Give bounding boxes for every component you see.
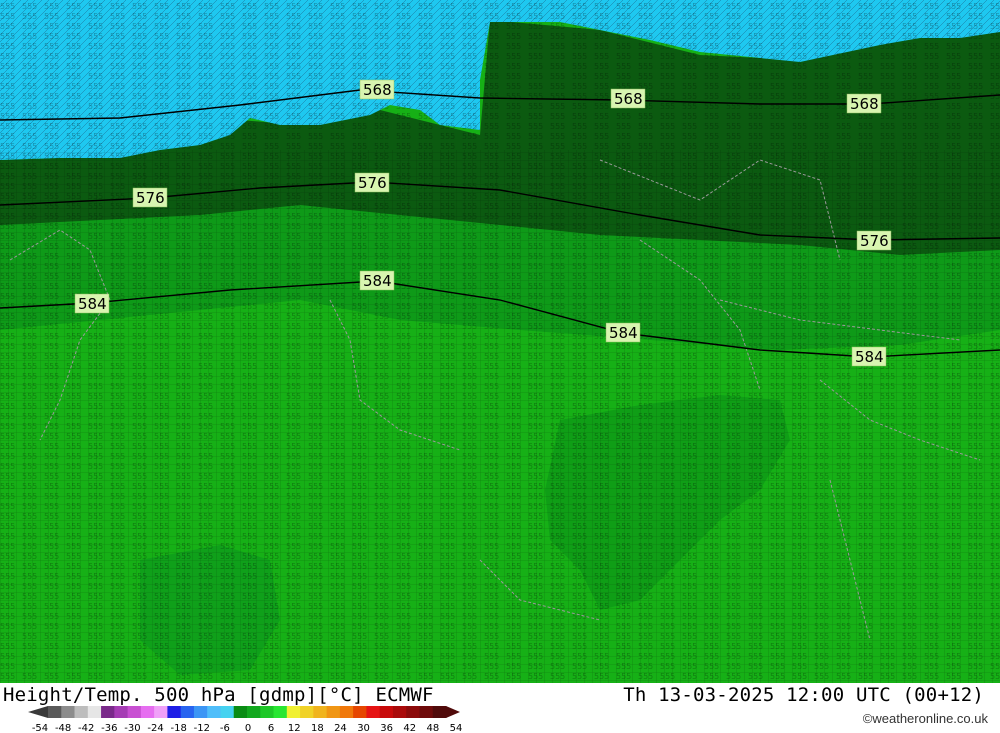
legend-tick-label: 24: [334, 723, 347, 733]
legend-swatch: [273, 706, 288, 718]
svg-text:568: 568: [614, 90, 643, 108]
legend-swatch: [140, 706, 155, 718]
weather-map: 555 568 568 568 576 576 576 584: [0, 0, 1000, 683]
legend-swatch: [392, 706, 407, 718]
legend-tick-label: 18: [311, 723, 324, 733]
legend-swatch: [74, 706, 89, 718]
legend-tick-label: 42: [403, 723, 416, 733]
legend-tick-label: -42: [78, 723, 94, 733]
contour-label-568-a: 568: [359, 79, 395, 100]
legend-tick-label: -18: [170, 723, 186, 733]
legend-tick-label: 30: [357, 723, 370, 733]
legend-swatch: [154, 706, 168, 718]
legend-tick-label: -6: [220, 723, 230, 733]
svg-text:568: 568: [363, 81, 392, 99]
contour-label-576-b: 576: [354, 172, 390, 193]
legend-swatch: [87, 706, 102, 718]
legend-swatch: [353, 706, 367, 718]
contour-label-568-c: 568: [846, 93, 882, 114]
legend-tick-label: -30: [124, 723, 140, 733]
legend-tick-label: 0: [245, 723, 251, 733]
legend-swatch: [286, 706, 301, 718]
legend-swatch: [339, 706, 354, 718]
map-title: Height/Temp. 500 hPa [gdmp][°C] ECMWF: [3, 684, 434, 706]
legend-swatch: [180, 706, 195, 718]
legend-swatch: [48, 706, 62, 718]
legend-tick-label: 48: [427, 723, 440, 733]
legend-swatch: [101, 706, 115, 718]
forecast-datetime: Th 13-03-2025 12:00 UTC (00+12): [623, 684, 984, 706]
legend-tick-label: 12: [288, 723, 301, 733]
legend-swatch: [379, 706, 394, 718]
legend-swatch: [300, 706, 314, 718]
contour-label-584-c: 584: [605, 322, 641, 343]
legend-tick-label: -54: [32, 723, 48, 733]
legend-swatch: [127, 706, 142, 718]
legend-swatch: [220, 706, 235, 718]
contour-label-584-a: 584: [74, 293, 110, 314]
legend-swatch: [313, 706, 327, 718]
legend-tick-label: -12: [194, 723, 210, 733]
legend-swatch: [432, 706, 447, 718]
contour-label-576-a: 576: [132, 187, 168, 208]
svg-text:584: 584: [78, 295, 107, 313]
legend-swatch: [326, 706, 341, 718]
legend-swatch: [406, 706, 420, 718]
legend-swatch: [61, 706, 75, 718]
contour-label-568-b: 568: [610, 88, 646, 109]
temperature-color-legend: -54 -48 -42 -36 -30 -24 -18 -12 -6 0 6 12 18 24 30 36 42…: [28, 706, 463, 733]
svg-text:584: 584: [363, 272, 392, 290]
legend-tick-label: -24: [147, 723, 163, 733]
contour-label-584-d: 584: [851, 346, 887, 367]
svg-text:576: 576: [358, 174, 387, 192]
contour-label-576-c: 576: [856, 230, 892, 251]
legend-swatch: [233, 706, 248, 718]
svg-text:576: 576: [136, 189, 165, 207]
legend-swatch: [114, 706, 128, 718]
legend-swatch: [207, 706, 221, 718]
legend-arrow-left: [28, 706, 48, 718]
legend-swatch: [419, 706, 434, 718]
svg-text:568: 568: [850, 95, 879, 113]
legend-tick-label: 54: [450, 723, 463, 733]
legend-arrow-right: [446, 706, 460, 718]
svg-text:584: 584: [609, 324, 638, 342]
svg-text:584: 584: [855, 348, 884, 366]
legend-tick-label: -48: [55, 723, 71, 733]
svg-text:576: 576: [860, 232, 889, 250]
source-credit-link[interactable]: ©weatheronline.co.uk: [863, 711, 988, 726]
legend-tick-label: 6: [268, 723, 274, 733]
legend-swatches: [28, 706, 460, 718]
contour-label-584-b: 584: [359, 270, 395, 291]
legend-swatch: [193, 706, 208, 718]
legend-swatch: [366, 706, 381, 718]
legend-ticks: -54 -48 -42 -36 -30 -24 -18 -12 -6 0 6 12 18 24 30 36 42…: [32, 723, 463, 733]
legend-tick-label: -36: [101, 723, 117, 733]
legend-tick-label: 36: [380, 723, 393, 733]
legend-swatch: [167, 706, 182, 718]
legend-swatch: [260, 706, 274, 718]
legend-swatch: [247, 706, 261, 718]
